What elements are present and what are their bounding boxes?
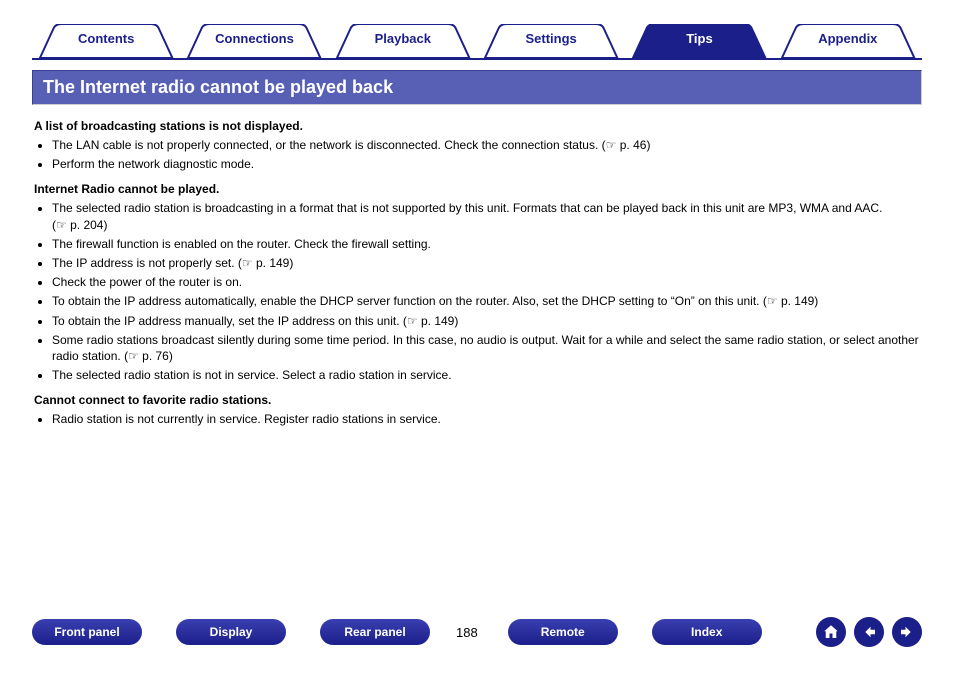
page-ref[interactable]: (☞ p. 46)	[602, 138, 651, 152]
list-item-text: The selected radio station is broadcasti…	[52, 201, 882, 215]
rear-panel-button[interactable]: Rear panel	[320, 619, 430, 645]
pointer-icon: ☞	[128, 349, 139, 363]
section-heading: Cannot connect to favorite radio station…	[34, 393, 922, 407]
content-body: A list of broadcasting stations is not d…	[32, 105, 922, 427]
front-panel-button[interactable]: Front panel	[32, 619, 142, 645]
tab-appendix[interactable]: Appendix	[774, 24, 922, 58]
section-heading: A list of broadcasting stations is not d…	[34, 119, 922, 133]
tab-label: Tips	[686, 31, 713, 46]
pointer-icon: ☞	[767, 294, 778, 308]
pointer-icon: ☞	[606, 138, 617, 152]
list-item-text: Check the power of the router is on.	[52, 275, 242, 289]
tab-tips[interactable]: Tips	[625, 24, 773, 58]
display-button[interactable]: Display	[176, 619, 286, 645]
index-button[interactable]: Index	[652, 619, 762, 645]
page: Contents Connections Playback Settings Tips A…	[0, 0, 954, 673]
section-heading: Internet Radio cannot be played.	[34, 182, 922, 196]
page-ref[interactable]: (☞ p. 149)	[238, 256, 293, 270]
page-ref[interactable]: (☞ p. 76)	[124, 349, 173, 363]
list-item: The IP address is not properly set. (☞ p…	[52, 255, 922, 271]
home-icon[interactable]	[816, 617, 846, 647]
list-item: The selected radio station is broadcasti…	[52, 200, 922, 232]
list-item: Radio station is not currently in servic…	[52, 411, 922, 427]
list-item-text: The firewall function is enabled on the …	[52, 237, 431, 251]
list-item-text: To obtain the IP address automatically, …	[52, 294, 760, 308]
prev-icon[interactable]	[854, 617, 884, 647]
list-item: The selected radio station is not in ser…	[52, 367, 922, 383]
list-item-text: The selected radio station is not in ser…	[52, 368, 452, 382]
remote-button[interactable]: Remote	[508, 619, 618, 645]
top-tabbar: Contents Connections Playback Settings Tips A…	[32, 24, 922, 60]
section-list: The LAN cable is not properly connected,…	[52, 137, 922, 172]
tab-label: Settings	[526, 31, 577, 46]
section-list: The selected radio station is broadcasti…	[52, 200, 922, 383]
tab-playback[interactable]: Playback	[329, 24, 477, 58]
list-item-text: Perform the network diagnostic mode.	[52, 157, 254, 171]
pointer-icon: ☞	[242, 256, 253, 270]
page-ref[interactable]: (☞ p. 149)	[763, 294, 818, 308]
tab-label: Playback	[375, 31, 431, 46]
list-item: The firewall function is enabled on the …	[52, 236, 922, 252]
list-item: To obtain the IP address manually, set t…	[52, 313, 922, 329]
bottom-bar: Front panel Display Rear panel 188 Remot…	[0, 617, 954, 647]
list-item: Check the power of the router is on.	[52, 274, 922, 290]
page-ref[interactable]: (☞ p. 204)	[52, 218, 107, 232]
tab-settings[interactable]: Settings	[477, 24, 625, 58]
list-item-text: The LAN cable is not properly connected,…	[52, 138, 598, 152]
page-ref[interactable]: (☞ p. 149)	[403, 314, 458, 328]
list-item-text: The IP address is not properly set.	[52, 256, 235, 270]
list-item: Perform the network diagnostic mode.	[52, 156, 922, 172]
page-title: The Internet radio cannot be played back	[32, 70, 922, 105]
list-item: Some radio stations broadcast silently d…	[52, 332, 922, 364]
list-item-text: Some radio stations broadcast silently d…	[52, 333, 919, 363]
list-item: The LAN cable is not properly connected,…	[52, 137, 922, 153]
list-item-text: To obtain the IP address manually, set t…	[52, 314, 400, 328]
tab-contents[interactable]: Contents	[32, 24, 180, 58]
tab-label: Contents	[78, 31, 134, 46]
nav-icons	[816, 617, 922, 647]
list-item-text: Radio station is not currently in servic…	[52, 412, 441, 426]
pointer-icon: ☞	[407, 314, 418, 328]
tab-connections[interactable]: Connections	[180, 24, 328, 58]
page-number: 188	[456, 625, 478, 640]
next-icon[interactable]	[892, 617, 922, 647]
tab-label: Connections	[215, 31, 294, 46]
list-item: To obtain the IP address automatically, …	[52, 293, 922, 309]
section-list: Radio station is not currently in servic…	[52, 411, 922, 427]
tab-label: Appendix	[818, 31, 877, 46]
pointer-icon: ☞	[56, 218, 67, 232]
